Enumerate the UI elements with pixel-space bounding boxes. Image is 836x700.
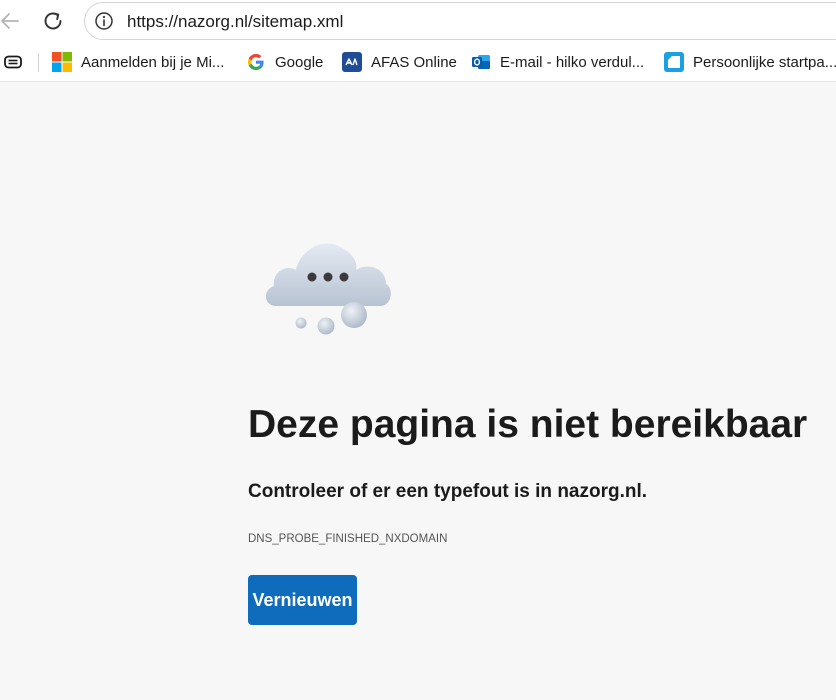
start-page-icon <box>664 52 684 72</box>
microsoft-icon <box>52 52 72 72</box>
bookmark-microsoft-login[interactable]: Aanmelden bij je Mi... <box>52 42 224 82</box>
afas-icon <box>342 52 362 72</box>
bookmark-afas-online[interactable]: AFAS Online <box>342 42 457 82</box>
refresh-icon <box>44 12 62 30</box>
bookmark-personal-start-page[interactable]: Persoonlijke startpa... <box>664 42 836 82</box>
google-icon <box>247 53 264 71</box>
bookmark-label: Persoonlijke startpa... <box>693 53 836 71</box>
bookmark-label: AFAS Online <box>371 53 457 71</box>
bookmark-label: E-mail - hilko verdul... <box>500 53 645 71</box>
back-button[interactable] <box>0 5 26 37</box>
error-title: Deze pagina is niet bereikbaar <box>248 403 808 446</box>
outlook-icon <box>472 55 490 69</box>
refresh-button[interactable] <box>37 5 69 37</box>
arrow-left-icon <box>1 13 19 29</box>
error-subtitle: Controleer of er een typefout is in nazo… <box>248 481 648 502</box>
bookmark-google[interactable]: Google <box>246 42 323 82</box>
offline-cloud-icon <box>265 243 391 335</box>
url-text: https://nazorg.nl/sitemap.xml <box>127 12 344 31</box>
error-code: DNS_PROBE_FINISHED_NXDOMAIN <box>248 533 448 545</box>
info-icon[interactable] <box>94 11 114 31</box>
address-bar[interactable]: https://nazorg.nl/sitemap.xml <box>84 2 836 40</box>
bookmarks-bar: Aanmelden bij je Mi... Google AFAS Onlin… <box>0 42 836 82</box>
reload-button[interactable]: Vernieuwen <box>248 575 357 625</box>
bookmark-outlook-mail[interactable]: E-mail - hilko verdul... <box>471 42 644 82</box>
bookmark-label: Aanmelden bij je Mi... <box>81 53 225 71</box>
browser-toolbar: https://nazorg.nl/sitemap.xml <box>0 0 836 42</box>
bookmarks-divider <box>38 53 39 72</box>
bookmark-label: Google <box>275 53 324 71</box>
collections-icon[interactable] <box>2 53 24 71</box>
